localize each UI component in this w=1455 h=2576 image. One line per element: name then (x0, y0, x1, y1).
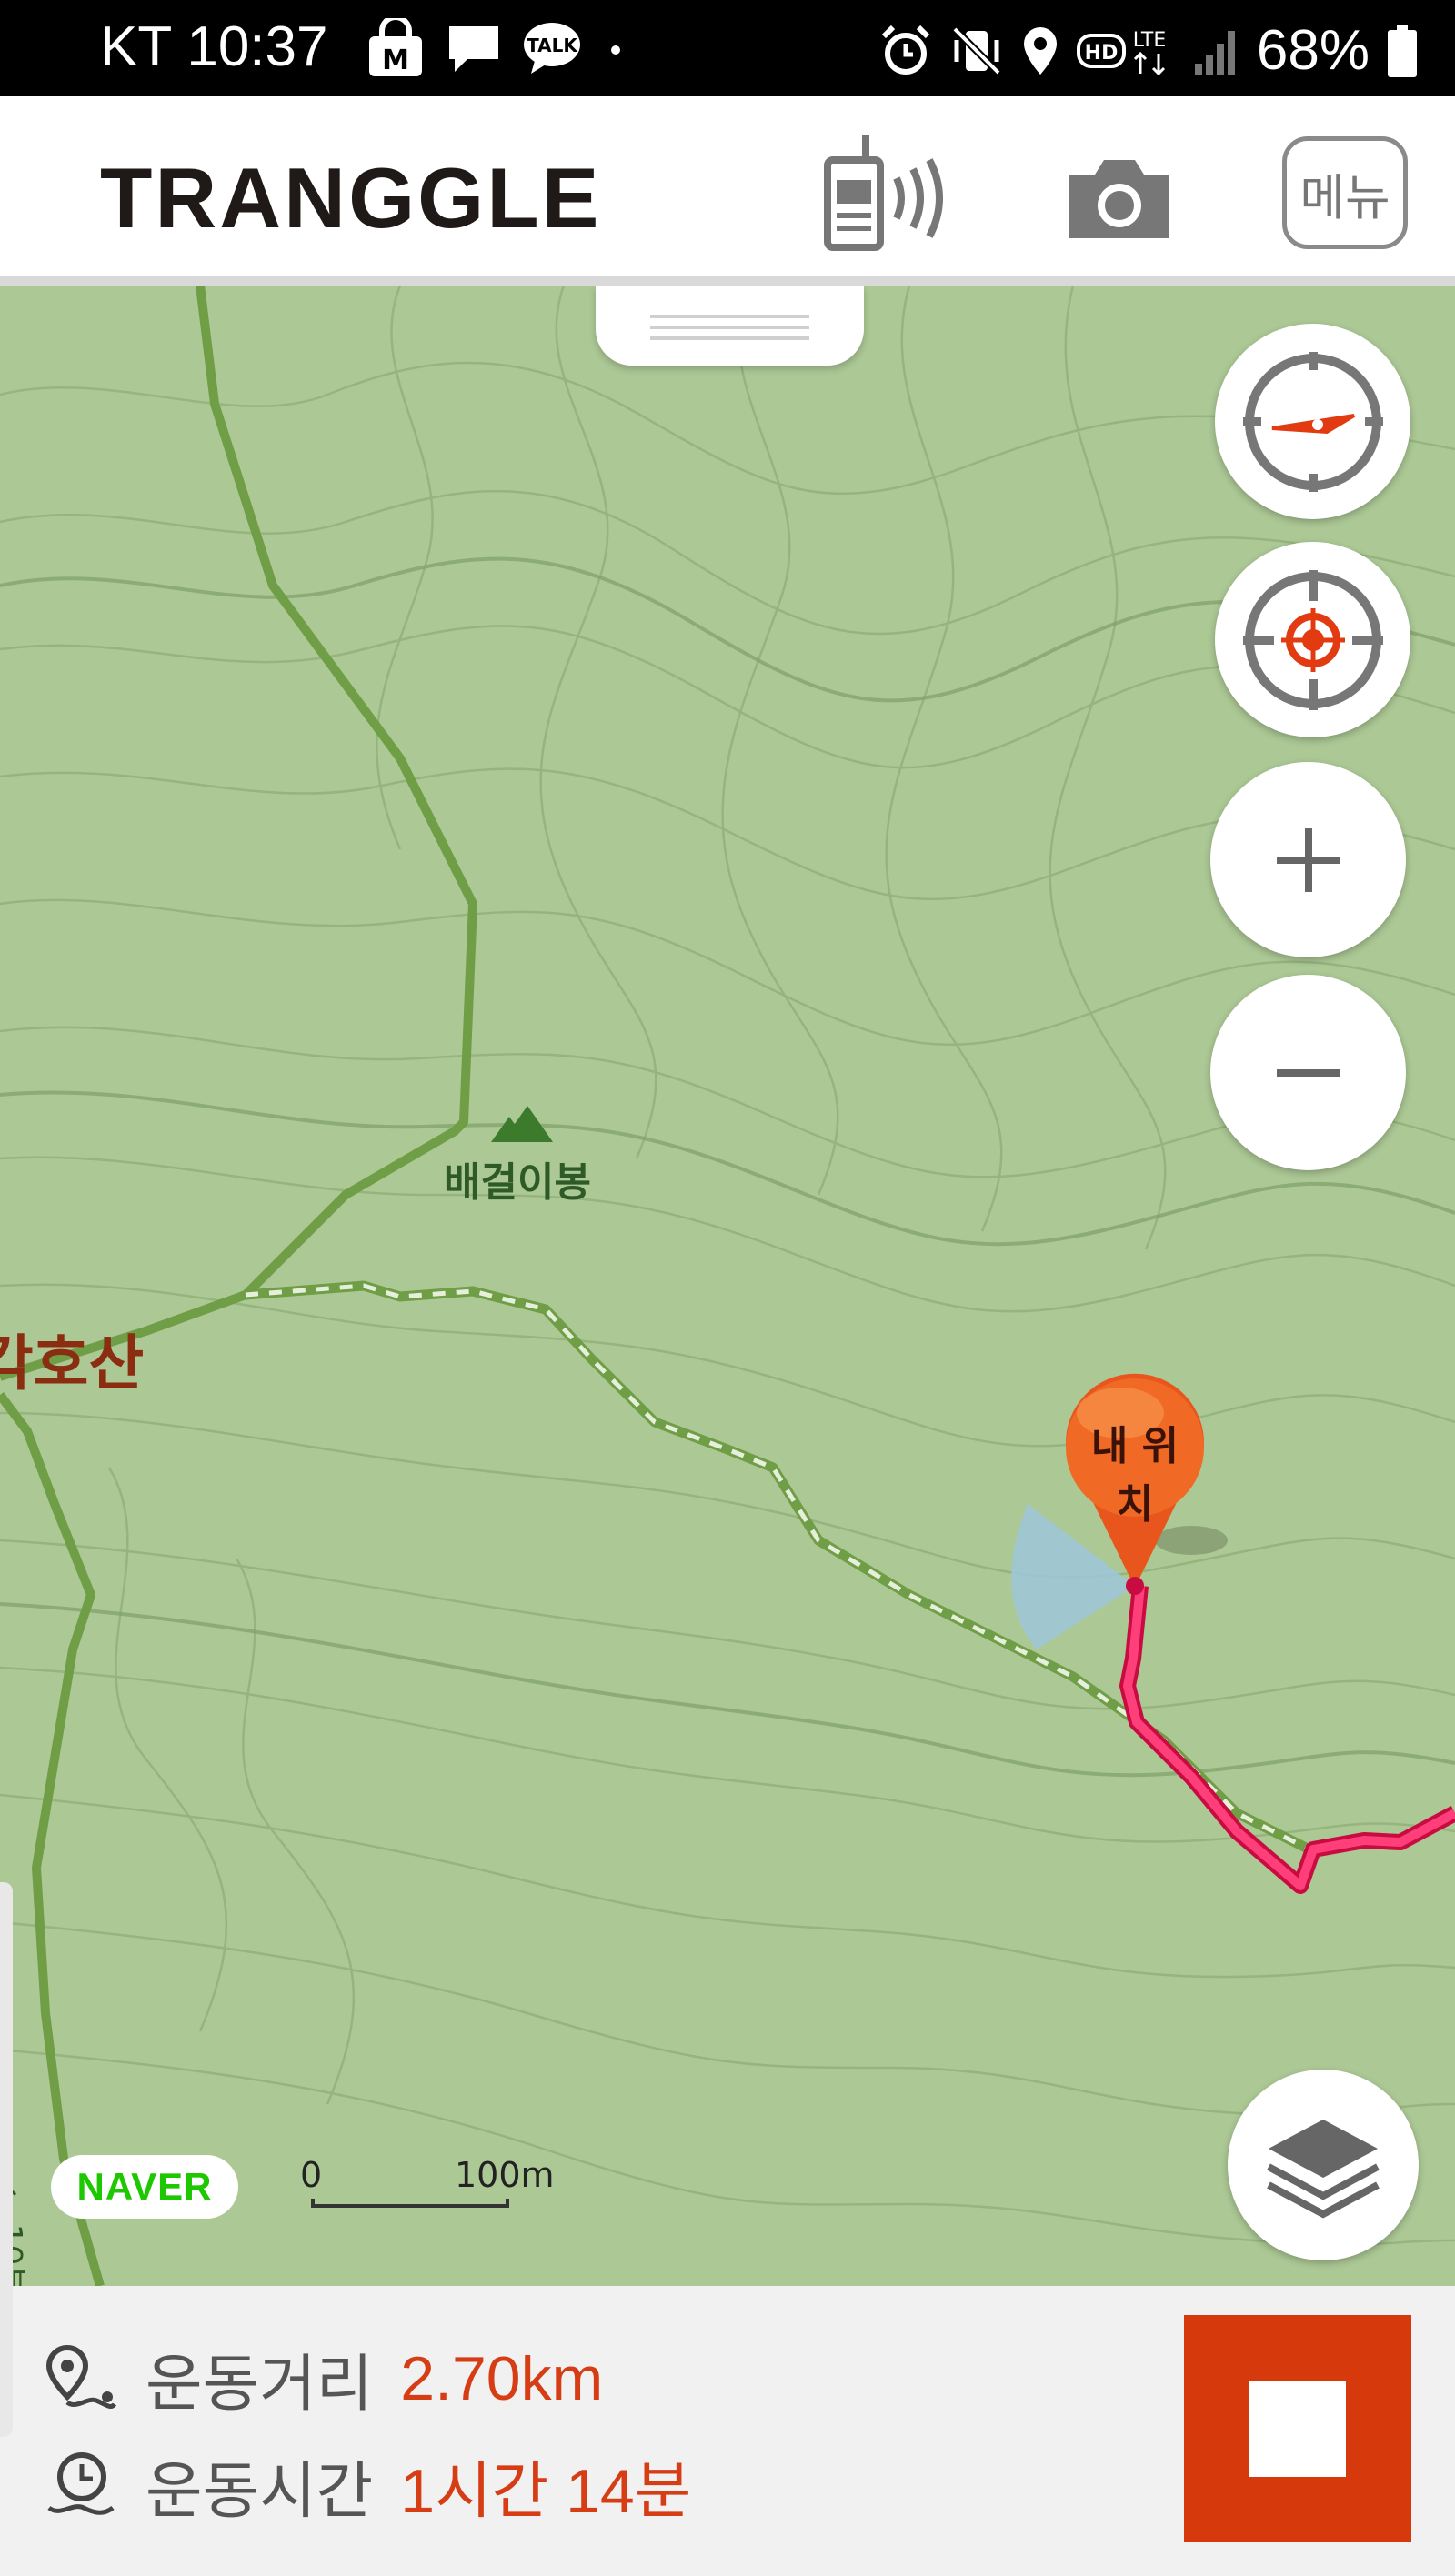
time-label: 운동시간 (146, 2456, 374, 2528)
dashed-trail (245, 1280, 1312, 1854)
battery-icon (1388, 24, 1417, 77)
battery-percent: 68% (1256, 19, 1370, 82)
compass-icon (1242, 351, 1383, 492)
location-icon (1023, 26, 1057, 75)
camera-button[interactable] (1064, 155, 1175, 246)
app-logo: TRANGGLE (100, 150, 602, 246)
distance-row: 운동거리 2.70km (44, 2333, 603, 2423)
locate-icon (1242, 569, 1383, 710)
peak-label: 배걸이봉 (444, 1159, 591, 1206)
distance-value: 2.70km (400, 2343, 604, 2413)
map-view[interactable]: 배걸이봉 각호산 내 위치 ← 10분 0.6km 7 NAVER 0 100m (0, 286, 1455, 2286)
lock-m-icon: M (369, 18, 422, 76)
svg-text:TALK: TALK (527, 35, 578, 56)
south-trail (0, 1392, 105, 2286)
app-header: TRANGGLE 메뉴 (0, 96, 1455, 286)
zoom-in-icon (1276, 827, 1340, 892)
distance-label: 운동거리 (146, 2349, 374, 2421)
stats-panel: 운동거리 2.70km 운동시간 1시간 14분 (0, 2286, 1455, 2576)
carrier: KT (100, 15, 172, 78)
mountain-label: 각호산 (0, 1328, 145, 1398)
svg-text:M: M (382, 45, 409, 76)
locate-button[interactable] (1215, 542, 1410, 737)
zoom-out-button[interactable] (1210, 975, 1406, 1170)
clock-icon (47, 2451, 115, 2515)
naver-badge: NAVER (51, 2155, 238, 2219)
message-icon (449, 26, 498, 72)
svg-text:HD: HD (1085, 42, 1119, 65)
hd-lte-icon: HD LTE (1076, 29, 1167, 75)
layers-icon (1267, 2120, 1380, 2219)
svg-text:LTE: LTE (1133, 29, 1167, 52)
status-carrier-time: KT 10:37 (100, 15, 328, 79)
side-drawer-edge[interactable] (0, 1882, 13, 2437)
map-scale: 0 100m (300, 2155, 555, 2210)
status-bar: KT 10:37 M TALK HD LTE 68% (0, 0, 1455, 96)
status-right-icons: HD LTE 68% (878, 18, 1419, 83)
clock: 10:37 (186, 15, 328, 78)
menu-button[interactable]: 메뉴 (1282, 136, 1408, 249)
main-trail (0, 286, 477, 1381)
status-left-icons: M TALK (366, 18, 629, 78)
contour-index (0, 556, 1455, 1778)
scale-end: 100m (455, 2155, 555, 2195)
compass-button[interactable] (1215, 324, 1410, 519)
time-value: 1시간 14분 (400, 2457, 692, 2526)
walkie-talkie-icon (824, 135, 943, 251)
route-pin-icon (45, 2344, 117, 2409)
scale-bar (311, 2199, 509, 2208)
drawer-handle[interactable] (596, 286, 864, 366)
dot-icon (611, 45, 620, 55)
time-row: 운동시간 1시간 14분 (44, 2441, 691, 2531)
signal-icon (1194, 30, 1235, 75)
my-location-label: 내 위치 (1090, 1423, 1179, 1528)
layers-button[interactable] (1228, 2070, 1419, 2260)
zoom-in-button[interactable] (1210, 762, 1406, 957)
vibrate-mute-icon (952, 25, 1001, 75)
menu-label: 메뉴 (1299, 168, 1390, 226)
scale-start: 0 (300, 2155, 323, 2195)
handle-lines-icon (650, 315, 809, 340)
talk-icon: TALK (524, 23, 580, 74)
stop-recording-button[interactable] (1184, 2315, 1411, 2542)
zoom-out-icon (1276, 1068, 1340, 1077)
camera-icon (1069, 160, 1169, 238)
walkie-talkie-button[interactable] (818, 133, 964, 255)
stop-icon (1249, 2381, 1346, 2477)
alarm-icon (881, 25, 930, 75)
